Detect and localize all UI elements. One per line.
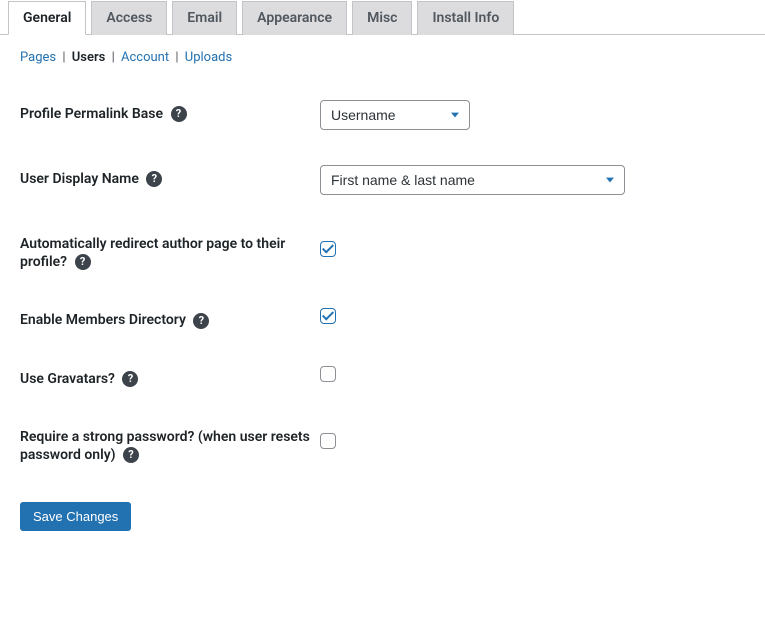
help-icon[interactable]: ?	[193, 313, 209, 329]
tab-access[interactable]: Access	[91, 1, 167, 35]
strong-password-checkbox[interactable]	[320, 433, 336, 449]
help-icon[interactable]: ?	[75, 254, 91, 270]
gravatars-label: Use Gravatars?	[20, 371, 115, 387]
members-directory-checkbox[interactable]	[320, 308, 336, 324]
subnav-uploads[interactable]: Uploads	[185, 50, 232, 65]
subnav-account[interactable]: Account	[121, 50, 169, 65]
help-icon[interactable]: ?	[122, 371, 138, 387]
help-icon[interactable]: ?	[123, 447, 139, 463]
tab-misc[interactable]: Misc	[352, 1, 412, 35]
members-directory-label: Enable Members Directory	[20, 312, 186, 328]
profile-permalink-base-label: Profile Permalink Base	[20, 106, 163, 122]
subnav-users[interactable]: Users	[72, 50, 106, 65]
tab-install-info[interactable]: Install Info	[417, 1, 514, 35]
save-button[interactable]: Save Changes	[20, 502, 131, 531]
primary-tabs: General Access Email Appearance Misc Ins…	[0, 0, 765, 35]
gravatars-checkbox[interactable]	[320, 366, 336, 382]
subnav: Pages | Users | Account | Uploads	[20, 50, 745, 65]
tab-general[interactable]: General	[8, 1, 86, 35]
subnav-pages[interactable]: Pages	[20, 50, 56, 65]
user-display-name-select[interactable]: First name & last name	[320, 165, 625, 195]
user-display-name-label: User Display Name	[20, 171, 139, 187]
profile-permalink-base-select[interactable]: Username	[320, 100, 470, 130]
tab-appearance[interactable]: Appearance	[242, 1, 347, 35]
tab-email[interactable]: Email	[172, 1, 237, 35]
help-icon[interactable]: ?	[171, 106, 187, 122]
strong-password-label: Require a strong password? (when user re…	[20, 429, 310, 463]
help-icon[interactable]: ?	[146, 171, 162, 187]
redirect-author-label: Automatically redirect author page to th…	[20, 236, 285, 270]
redirect-author-checkbox[interactable]	[320, 241, 336, 257]
settings-form: Profile Permalink Base ? Username User D…	[20, 85, 745, 484]
